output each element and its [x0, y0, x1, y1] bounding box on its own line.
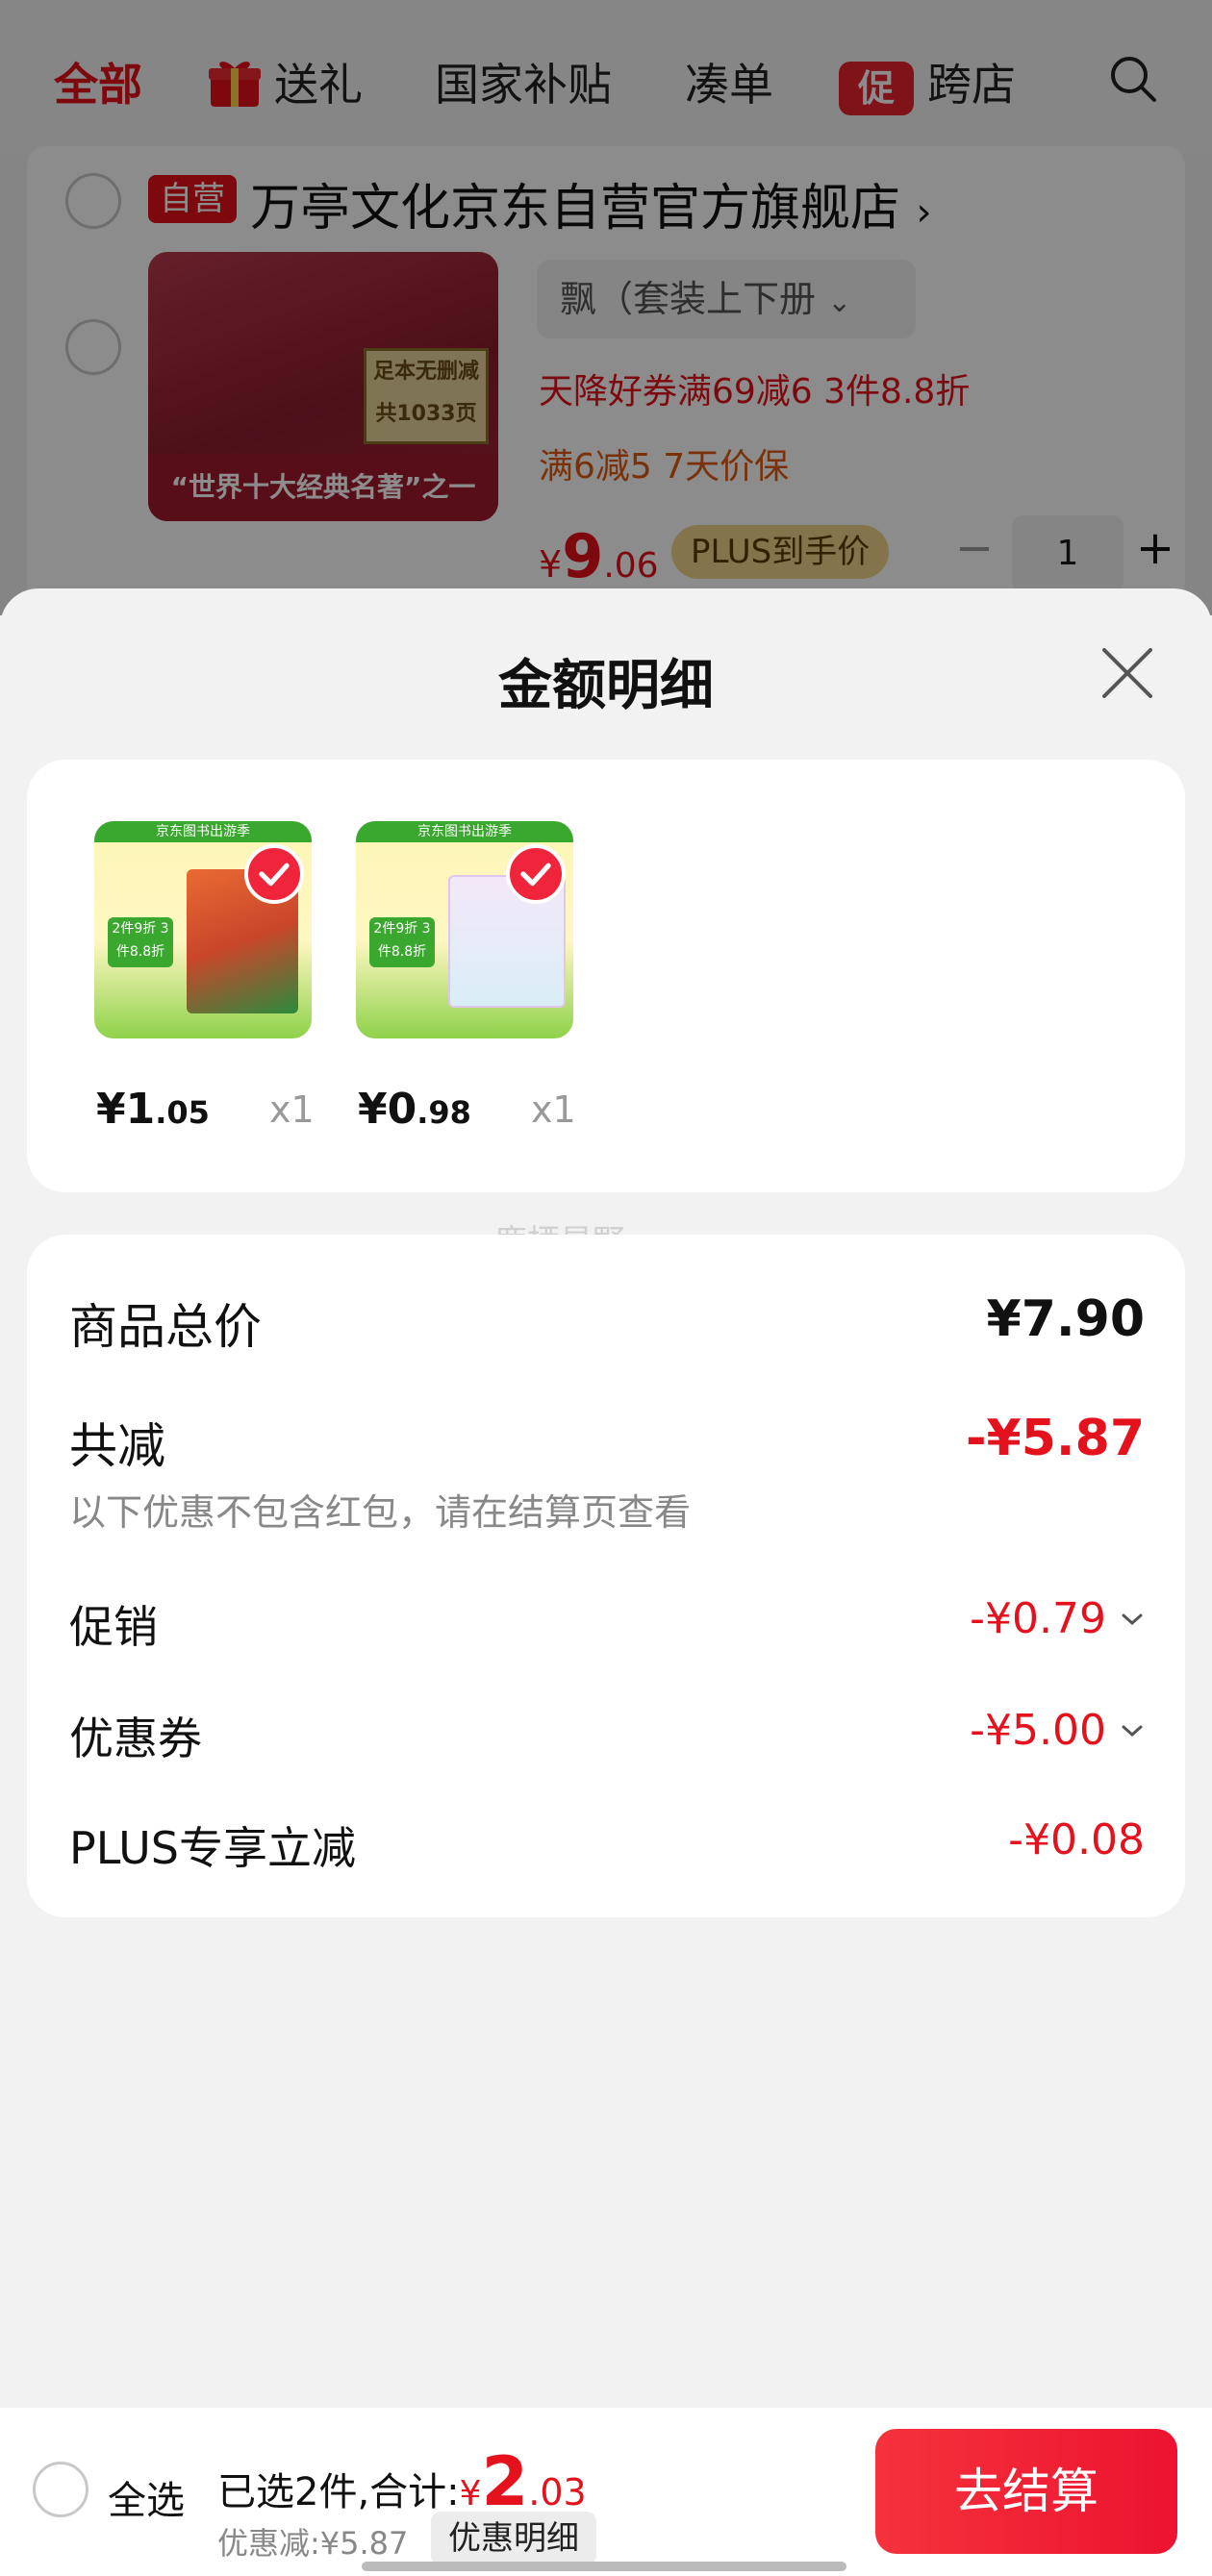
plus-discount-value: -¥0.08 [1008, 1815, 1145, 1864]
home-indicator [362, 2562, 846, 2571]
selected-summary-label: 已选2件,合计: [217, 2470, 460, 2514]
dim-overlay[interactable] [0, 0, 1212, 615]
plus-discount-label: PLUS专享立减 [69, 1822, 356, 1874]
coupon-label: 优惠券 [69, 1713, 202, 1764]
promotion-label: 促销 [69, 1601, 158, 1653]
chevron-down-icon [1122, 1725, 1143, 1737]
sheet-title: 金额明细 [498, 655, 714, 717]
check-icon [244, 844, 304, 904]
coupon-value: -¥5.00 [970, 1706, 1106, 1755]
selected-summary: 已选2件,合计: ¥2.03 [217, 2442, 587, 2521]
item-price: ¥1.05 [96, 1085, 210, 1134]
amount-detail-sheet: 金额明细 京东图书出游季 2件9折 3件8.8折 京东图书出游季 2件9折 3件… [0, 588, 1212, 2576]
checkout-button[interactable]: 去结算 [875, 2429, 1177, 2554]
item-price: ¥0.98 [358, 1085, 471, 1134]
total-price-label: 商品总价 [69, 1299, 262, 1355]
thumbnail-band: 京东图书出游季 [94, 821, 312, 842]
discount-summary: 优惠减:¥5.87 [217, 2525, 409, 2562]
thumbnail-deal-tag: 2件9折 3件8.8折 [369, 917, 435, 967]
coupon-row-toggle[interactable]: -¥5.00 [970, 1706, 1145, 1755]
select-all-label[interactable]: 全选 [108, 2469, 185, 2525]
price-detail-card: 商品总价 ¥7.90 共减 -¥5.87 以下优惠不包含红包，请在结算页查看 促… [27, 1235, 1185, 1917]
thumbnail-band: 京东图书出游季 [356, 821, 573, 842]
discount-detail-button[interactable]: 优惠明细 [431, 2512, 596, 2565]
item-thumbnail[interactable]: 京东图书出游季 2件9折 3件8.8折 [356, 821, 573, 1038]
promotion-value: -¥0.79 [970, 1594, 1106, 1643]
item-thumbnail[interactable]: 京东图书出游季 2件9折 3件8.8折 [94, 821, 312, 1038]
chevron-down-icon [1122, 1613, 1143, 1625]
checkout-bar: 全选 已选2件,合计: ¥2.03 优惠减:¥5.87 优惠明细 去结算 [0, 2408, 1212, 2576]
total-reduce-label: 共减 [69, 1418, 165, 1474]
select-all-radio[interactable] [33, 2462, 88, 2517]
total-amount: ¥2.03 [459, 2442, 587, 2521]
check-icon [506, 844, 566, 904]
thumbnail-deal-tag: 2件9折 3件8.8折 [108, 917, 173, 967]
item-qty: x1 [269, 1088, 315, 1131]
total-price-value: ¥7.90 [986, 1290, 1145, 1348]
promotion-row-toggle[interactable]: -¥0.79 [970, 1594, 1145, 1643]
item-qty: x1 [531, 1088, 576, 1131]
reduce-note: 以下优惠不包含红包，请在结算页查看 [69, 1491, 692, 1534]
total-reduce-value: -¥5.87 [965, 1410, 1145, 1467]
close-icon[interactable] [1097, 642, 1158, 704]
